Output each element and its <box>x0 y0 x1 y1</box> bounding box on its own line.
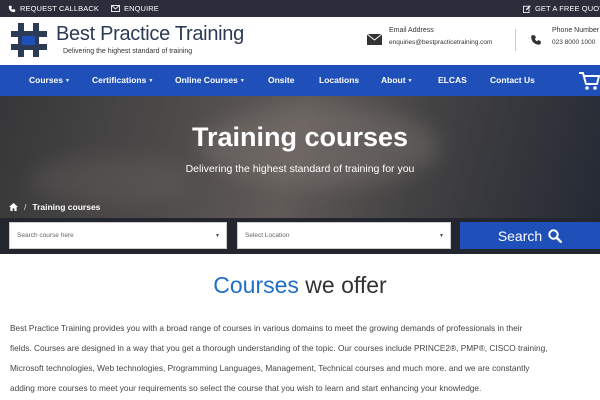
site-header: Best Practice Training Delivering the hi… <box>0 17 600 65</box>
email-value[interactable]: enquiries@bestpracticetraining.com <box>389 39 492 46</box>
nav-item-courses[interactable]: Courses ▼ <box>29 75 70 85</box>
caret-down-icon: ▼ <box>148 77 154 84</box>
paragraph-line: Best Practice Training provides you with… <box>10 323 523 333</box>
nav-item-contact-us[interactable]: Contact Us <box>490 75 535 85</box>
nav-item-label: Contact Us <box>490 75 535 85</box>
search-button[interactable]: Search <box>460 222 600 249</box>
phone-icon <box>8 5 16 12</box>
phone-value[interactable]: 023 8000 1000 <box>552 39 595 46</box>
free-quote-link[interactable]: GET A FREE QUOTE <box>523 4 600 13</box>
search-button-label: Search <box>497 227 543 244</box>
intro-paragraph: Best Practice Training provides you with… <box>10 318 600 398</box>
request-callback-label: REQUEST CALLBACK <box>20 4 99 13</box>
hero-subtitle: Delivering the highest standard of train… <box>185 163 415 175</box>
caret-down-icon: ▼ <box>407 77 413 84</box>
paragraph-line: fields. Courses are designed in a way th… <box>10 343 548 353</box>
top-bar: REQUEST CALLBACK ENQUIRE GET A FREE QUOT… <box>0 0 600 17</box>
location-select-placeholder: Select Location <box>245 232 290 239</box>
section-heading-accent: Courses <box>213 272 299 298</box>
email-title: Email Address <box>389 27 434 34</box>
nav-item-label: Certifications <box>92 75 147 85</box>
course-search-input[interactable]: Search course here ▼ <box>9 222 227 249</box>
request-callback-link[interactable]: REQUEST CALLBACK <box>8 4 99 13</box>
edit-icon <box>523 4 531 13</box>
enquire-label: ENQUIRE <box>124 4 159 13</box>
nav-item-about[interactable]: About ▼ <box>381 75 413 85</box>
caret-down-icon: ▼ <box>239 77 245 84</box>
brand-tagline: Delivering the highest standard of train… <box>63 48 193 55</box>
paragraph-line: Microsoft technologies, Web technologies… <box>10 363 530 373</box>
home-icon[interactable] <box>9 203 18 211</box>
search-bar: Search course here ▼ Select Location ▼ S… <box>0 218 600 254</box>
paragraph-line: adding more courses to meet your require… <box>10 383 482 393</box>
search-icon <box>548 228 563 243</box>
nav-item-label: ELCAS <box>438 75 467 85</box>
shopping-cart-icon[interactable] <box>578 71 600 91</box>
caret-down-icon: ▼ <box>215 233 220 239</box>
nav-item-certifications[interactable]: Certifications ▼ <box>92 75 153 85</box>
envelope-icon <box>367 34 382 45</box>
nav-item-label: Onsite <box>268 75 295 85</box>
nav-item-label: Courses <box>29 75 64 85</box>
brand-name[interactable]: Best Practice Training <box>56 23 244 46</box>
nav-item-locations[interactable]: Locations <box>319 75 359 85</box>
nav-item-label: Online Courses <box>175 75 238 85</box>
enquire-link[interactable]: ENQUIRE <box>111 4 159 13</box>
phone-icon <box>531 35 541 45</box>
nav-item-label: About <box>381 75 406 85</box>
breadcrumb-current: Training courses <box>32 202 101 212</box>
phone-title: Phone Number <box>552 27 600 34</box>
nav-item-label: Locations <box>319 75 360 85</box>
header-divider <box>515 29 516 51</box>
breadcrumb: / Training courses <box>9 202 100 212</box>
free-quote-label: GET A FREE QUOTE <box>535 4 600 13</box>
breadcrumb-separator: / <box>24 202 27 212</box>
envelope-icon <box>111 5 120 12</box>
nav-item-elcas[interactable]: ELCAS <box>438 75 467 85</box>
caret-down-icon: ▼ <box>65 77 70 84</box>
logo-hash-icon[interactable] <box>9 21 49 59</box>
course-search-placeholder: Search course here <box>17 232 74 239</box>
section-heading-rest: we offer <box>298 272 387 298</box>
main-nav: Courses ▼ Certifications ▼ Online Courses ▼… <box>0 65 600 96</box>
hero-title: Training courses <box>191 122 409 152</box>
nav-item-onsite[interactable]: Onsite <box>268 75 294 85</box>
section-heading: Courses we offer <box>0 272 600 299</box>
caret-down-icon: ▼ <box>439 233 444 239</box>
location-select[interactable]: Select Location ▼ <box>237 222 451 249</box>
nav-item-online-courses[interactable]: Online Courses ▼ <box>175 75 245 85</box>
